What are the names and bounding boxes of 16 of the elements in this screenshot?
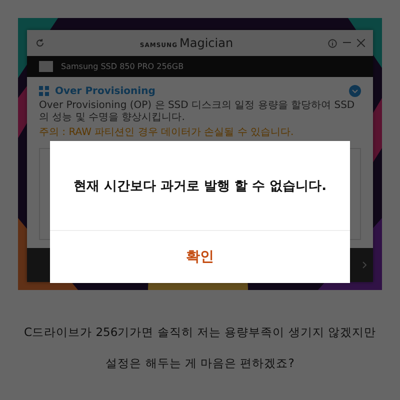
- caption-text: 설정은 해두는 게 마음은 편하겠죠?: [106, 356, 294, 371]
- caption-text: C드라이브가 256기가면 솔직히 저는 용량부족이 생기지 않겠지만: [24, 325, 376, 340]
- minimize-icon[interactable]: [343, 42, 351, 44]
- drive-name: Samsung SSD 850 PRO 256GB: [61, 62, 184, 71]
- close-icon[interactable]: [357, 39, 365, 47]
- drive-icon: [39, 61, 53, 72]
- section-title: Over Provisioning: [55, 86, 156, 96]
- window-title: Magician: [180, 36, 234, 50]
- warning-text: 주의 : RAW 파티션인 경우 데이터가 손실될 수 있습니다.: [39, 127, 295, 139]
- info-icon[interactable]: [328, 38, 337, 48]
- chevron-down-icon[interactable]: [349, 85, 361, 97]
- grid-icon: [39, 86, 49, 96]
- alert-message: 현재 시간보다 과거로 발행 할 수 없습니다.: [73, 178, 327, 194]
- description-text: Over Provisioning (OP) 은 SSD 디스크의 일정 용량을 할당하여 SSD의 성능 및 수명을 향상시킵니다.: [39, 100, 356, 124]
- refresh-icon[interactable]: [35, 38, 45, 48]
- chevron-right-icon[interactable]: [362, 261, 367, 269]
